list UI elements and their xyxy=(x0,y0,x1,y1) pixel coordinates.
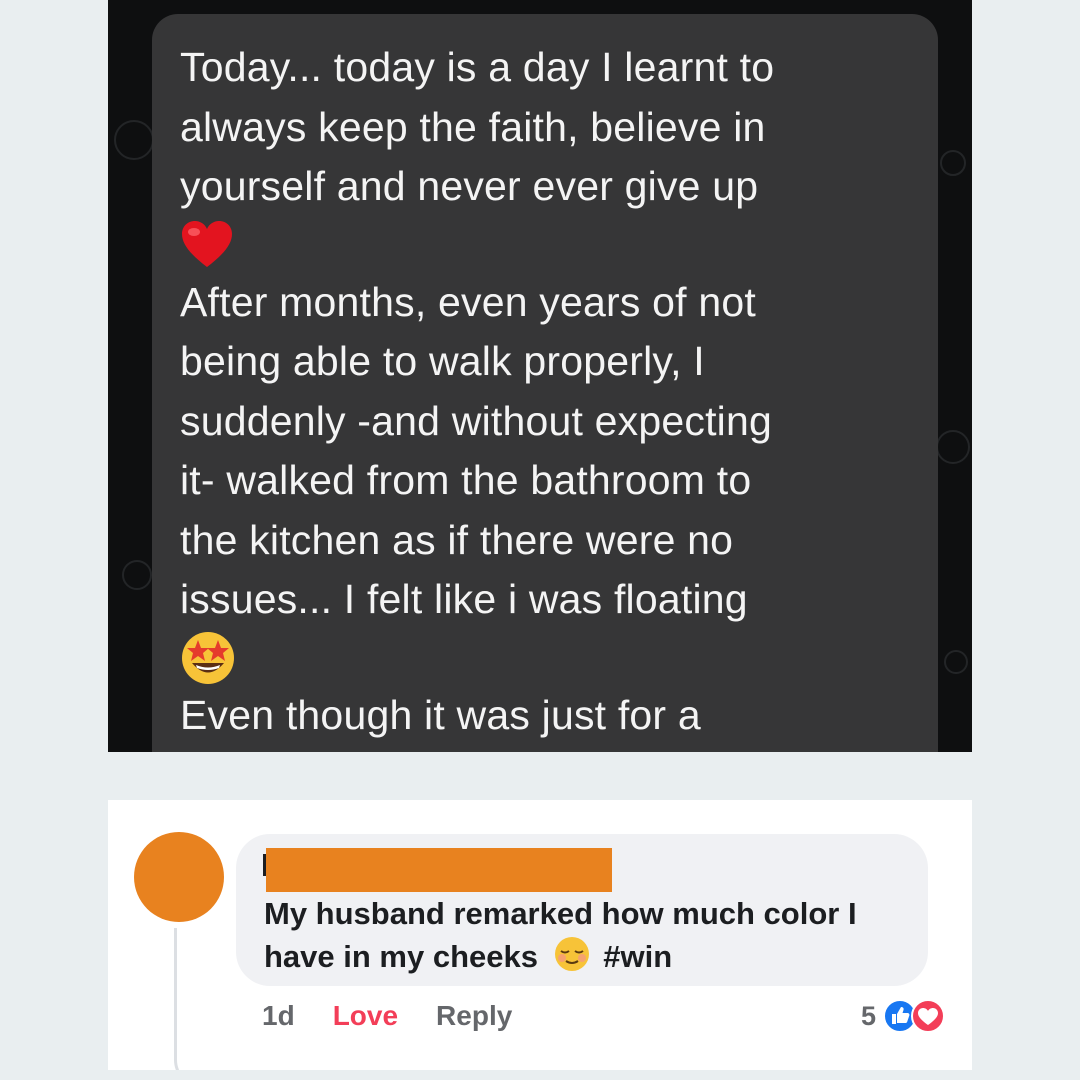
message-line: yourself and never ever give up xyxy=(180,163,759,209)
comment-screenshot: My husband remarked how much color I hav… xyxy=(108,800,972,1070)
wallpaper-doodle xyxy=(122,560,152,590)
reply-button[interactable]: Reply xyxy=(436,1000,512,1032)
relieved-icon xyxy=(553,935,591,984)
chat-screenshot: Today... today is a day I learnt to alway… xyxy=(108,0,972,752)
message-line: it- walked from the bathroom to xyxy=(180,457,752,503)
message-line: Even though it was just for a xyxy=(180,691,701,738)
reply-thread-line xyxy=(174,928,208,1070)
wallpaper-doodle xyxy=(940,150,966,176)
avatar[interactable] xyxy=(134,832,224,922)
comment-bubble: My husband remarked how much color I hav… xyxy=(236,834,928,986)
heart-icon xyxy=(180,220,234,270)
message-paragraph-2: After months, even years of not being abl… xyxy=(180,273,912,630)
cut-off-line xyxy=(180,745,912,752)
message-line: After months, even years of not xyxy=(180,278,756,325)
love-reaction-button[interactable]: Love xyxy=(333,1000,398,1032)
message-paragraph-3: Even though it was just for a xyxy=(180,686,912,746)
commenter-name-redaction xyxy=(266,848,612,892)
starstruck-icon xyxy=(180,630,236,686)
message-line: the kitchen as if there were no xyxy=(180,516,734,563)
message-line: Today... today is a day I learnt to xyxy=(180,44,775,90)
message-line: issues... I felt like i was floating xyxy=(180,576,748,622)
emoji-line xyxy=(180,630,912,686)
comment-hashtag[interactable]: #win xyxy=(603,939,672,974)
emoji-line xyxy=(180,217,912,273)
comment-actions: 1d Love Reply xyxy=(262,996,512,1036)
message-line: always keep the faith, believe in xyxy=(180,103,766,150)
wallpaper-doodle xyxy=(936,430,970,464)
wallpaper-doodle xyxy=(944,650,968,674)
message-line: being able to walk properly, I xyxy=(180,338,705,384)
chat-message-bubble: Today... today is a day I learnt to alway… xyxy=(152,14,938,752)
reaction-count: 5 xyxy=(860,1000,876,1031)
comment-timestamp[interactable]: 1d xyxy=(262,1000,295,1032)
reaction-summary[interactable]: 5 xyxy=(861,996,946,1036)
wallpaper-doodle xyxy=(114,120,154,160)
love-icon xyxy=(911,998,946,1034)
message-paragraph-1: Today... today is a day I learnt to alway… xyxy=(180,38,912,217)
message-line: suddenly -and without expecting xyxy=(180,397,772,444)
comment-text: My husband remarked how much color I hav… xyxy=(264,892,924,984)
